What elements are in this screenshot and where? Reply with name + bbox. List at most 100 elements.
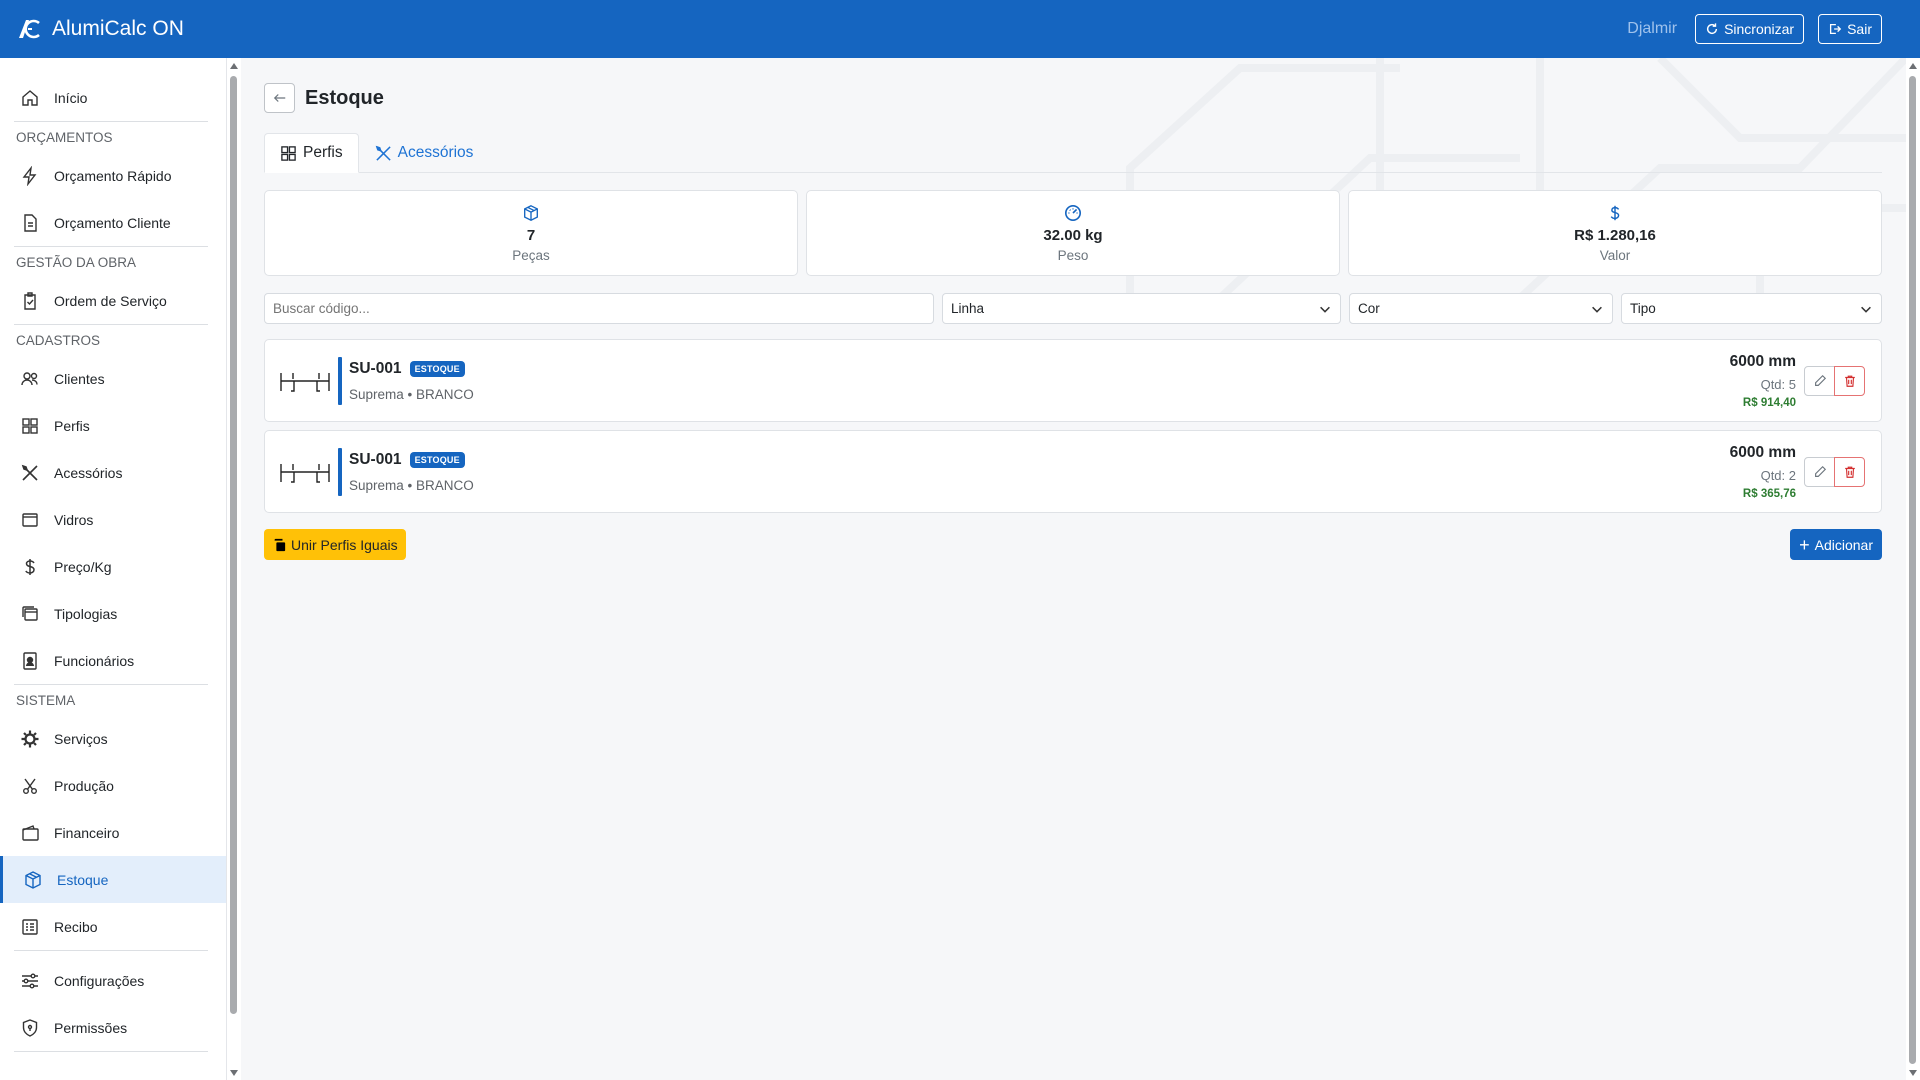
sidebar-item-orcamento-rapido[interactable]: Orçamento Rápido [0,152,226,199]
edit-button[interactable] [1804,456,1835,487]
list-item[interactable]: SU-001 ESTOQUE Suprema • BRANCO 6000 mm … [264,430,1882,513]
sidebar-item-inicio[interactable]: Início [0,74,226,121]
sidebar-section-orcamentos: ORÇAMENTOS [16,129,113,145]
chevron-down-icon [1320,306,1330,313]
profile-qty: Qtd: 5 [1760,376,1796,392]
sidebar-item-preco-kg[interactable]: Preço/Kg [0,543,226,590]
tab-perfis[interactable]: Perfis [264,133,359,173]
sidebar-scroll-up-icon[interactable] [230,63,238,69]
home-icon [22,89,38,106]
sidebar-item-tipologias[interactable]: Tipologias [0,590,226,637]
back-button[interactable] [264,83,295,113]
main-scrollbar[interactable] [1906,58,1920,1080]
sidebar-item-perfis[interactable]: Perfis [0,402,226,449]
sidebar-item-financeiro[interactable]: Financeiro [0,809,226,856]
sidebar-scroll-thumb[interactable] [230,76,237,1014]
stat-label: Peso [1057,248,1089,263]
sidebar-item-clientes[interactable]: Clientes [0,355,226,402]
sidebar-item-funcionarios[interactable]: Funcionários [0,637,226,684]
profile-length: 6000 mm [1729,352,1796,370]
sidebar-item-estoque[interactable]: Estoque [0,856,226,903]
sidebar-item-configuracoes[interactable]: Configurações [0,957,226,1004]
stats-cards: 7 Peças 32.00 kg Peso R$ 1.280,16 Valor [264,190,1882,276]
status-badge: ESTOQUE [409,451,465,468]
lightning-icon [22,165,37,186]
row-accent [338,356,342,405]
sync-button[interactable]: Sincronizar [1695,14,1805,44]
sidebar-item-permissoes[interactable]: Permissões [0,1004,226,1051]
wallet-icon [22,824,39,841]
user-name: Djalmir [1627,20,1678,37]
box-icon [25,870,41,889]
sidebar-item-producao[interactable]: Produção [0,762,226,809]
page-title: Estoque [305,86,384,109]
cor-select[interactable]: Cor [1349,293,1613,324]
layers-icon [22,605,38,621]
edit-button[interactable] [1804,365,1835,396]
window-icon [22,512,38,527]
add-button[interactable]: + Adicionar [1790,529,1882,560]
main-content: Estoque Perfis Acessórios 7 Peças 32.00 … [264,58,1882,560]
box-icon [522,203,540,223]
delete-button[interactable] [1834,456,1865,487]
copy-icon [274,538,286,551]
status-badge: ESTOQUE [409,360,465,377]
sidebar-section-sistema: SISTEMA [16,692,76,708]
grid-icon [22,417,38,434]
refresh-icon [1707,23,1718,35]
sidebar-item-vidros[interactable]: Vidros [0,496,226,543]
stat-value: 7 [526,227,536,244]
list-item[interactable]: SU-001 ESTOQUE Suprema • BRANCO 6000 mm … [264,339,1882,422]
people-icon [21,371,38,385]
main-scroll-thumb[interactable] [1909,76,1916,1064]
sidebar-item-servicos[interactable]: Serviços [0,715,226,762]
pencil-icon [1814,374,1826,386]
trash-icon [1844,466,1855,478]
stat-card-peso: 32.00 kg Peso [806,190,1340,276]
linha-select[interactable]: Linha [942,293,1341,324]
sidebar: Início ORÇAMENTOS Orçamento Rápido Orçam… [0,58,227,1080]
tabs: Perfis Acessórios [264,133,1882,173]
profile-line-color: Suprema • BRANCO [349,386,474,402]
document-icon [24,213,37,232]
profile-qty: Qtd: 2 [1760,467,1796,483]
search-input[interactable] [264,293,934,324]
main-scroll-down-icon[interactable] [1909,1070,1917,1076]
gear-icon [21,730,39,747]
app-logo-icon [19,19,40,39]
trash-icon [1844,375,1855,387]
profile-price: R$ 365,76 [1742,487,1796,500]
sidebar-item-acessorios[interactable]: Acessórios [0,449,226,496]
grid-icon [281,145,296,161]
merge-profiles-button[interactable]: Unir Perfis Iguais [264,529,406,560]
id-badge-icon [23,651,37,670]
sidebar-item-ordem-servico[interactable]: Ordem de Serviço [0,277,226,324]
stat-card-valor: R$ 1.280,16 Valor [1348,190,1882,276]
brand[interactable]: AlumiCalc ON [16,16,184,42]
scissors-icon [23,778,37,794]
filters: Linha Cor Tipo [264,293,1882,324]
shield-icon [22,1018,38,1037]
tools-icon [375,145,391,161]
main-scroll-up-icon[interactable] [1909,63,1917,69]
pencil-icon [1814,465,1826,477]
stat-label: Valor [1599,248,1631,263]
logout-icon [1830,23,1842,35]
top-bar: AlumiCalc ON Djalmir Sincronizar Sair [0,0,1920,58]
delete-button[interactable] [1834,365,1865,396]
sidebar-item-recibo[interactable]: Recibo [0,903,226,950]
logout-button[interactable]: Sair [1818,14,1882,44]
sidebar-item-orcamento-cliente[interactable]: Orçamento Cliente [0,199,226,246]
profile-line-color: Suprema • BRANCO [349,477,474,493]
sidebar-scrollbar[interactable] [227,58,241,1080]
profile-section-icon [280,372,330,392]
profile-list: SU-001 ESTOQUE Suprema • BRANCO 6000 mm … [264,339,1882,513]
sidebar-scroll-down-icon[interactable] [230,1070,238,1076]
sliders-icon [22,973,38,988]
tipo-select[interactable]: Tipo [1621,293,1882,324]
profile-price: R$ 914,40 [1742,396,1796,409]
stat-card-pecas: 7 Peças [264,190,798,276]
tab-acessorios[interactable]: Acessórios [359,133,490,173]
dollar-icon [1606,203,1624,223]
profile-section-icon [280,463,330,483]
